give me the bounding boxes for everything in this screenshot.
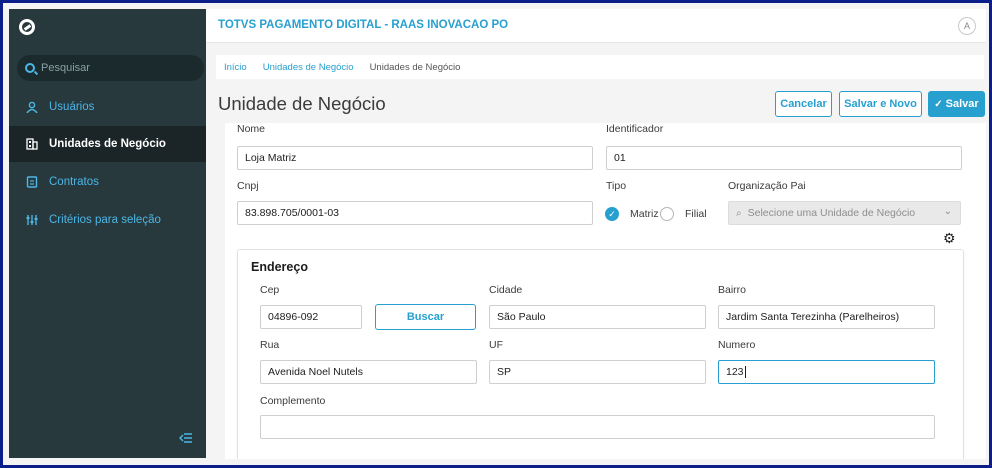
- address-title: Endereço: [251, 260, 308, 274]
- save-button-label: Salvar: [945, 98, 979, 110]
- collapse-menu-icon[interactable]: [178, 431, 193, 447]
- cnpj-input[interactable]: 83.898.705/0001-03: [237, 201, 593, 225]
- rua-label: Rua: [260, 339, 280, 351]
- breadcrumb-inicio[interactable]: Início: [224, 62, 247, 73]
- cep-input[interactable]: 04896-092: [260, 305, 362, 329]
- breadcrumb: Início Unidades de Negócio Unidades de N…: [216, 55, 984, 79]
- rua-input[interactable]: Avenida Noel Nutels: [260, 360, 477, 384]
- sidebar-item-unidades[interactable]: Unidades de Negócio: [9, 126, 206, 162]
- identificador-input[interactable]: 01: [606, 146, 962, 170]
- bairro-input[interactable]: Jardim Santa Terezinha (Parelheiros): [718, 305, 935, 329]
- building-icon: [25, 137, 39, 151]
- sliders-icon: [25, 213, 39, 227]
- tipo-radio-matriz[interactable]: ✓: [605, 207, 619, 221]
- sidebar-search[interactable]: Pesquisar: [17, 55, 204, 81]
- sidebar-item-criterios[interactable]: Critérios para seleção: [9, 202, 206, 238]
- user-icon: [25, 100, 39, 114]
- organizacao-pai-placeholder: Selecione uma Unidade de Negócio: [747, 207, 916, 219]
- sidebar-item-label: Contratos: [49, 176, 99, 188]
- complemento-input[interactable]: [260, 415, 935, 439]
- breadcrumb-current: Unidades de Negócio: [369, 61, 461, 73]
- sidebar-item-label: Critérios para seleção: [49, 214, 161, 226]
- contract-icon: [25, 175, 39, 189]
- tipo-option-filial[interactable]: Filial: [685, 208, 707, 220]
- sidebar-item-contratos[interactable]: Contratos: [9, 164, 206, 200]
- search-placeholder: Pesquisar: [41, 62, 90, 74]
- sidebar: Pesquisar Usuários Unidades de Negócio C…: [9, 9, 206, 458]
- gear-icon[interactable]: ⚙: [943, 230, 956, 247]
- sidebar-item-usuarios[interactable]: Usuários: [9, 89, 206, 125]
- cep-label: Cep: [260, 284, 280, 296]
- save-and-new-button[interactable]: Salvar e Novo: [839, 91, 922, 117]
- nome-input[interactable]: Loja Matriz: [237, 146, 593, 170]
- text-cursor: [744, 366, 746, 378]
- top-bar: TOTVS PAGAMENTO DIGITAL - RAAS INOVACAO …: [206, 9, 986, 43]
- window-frame: Pesquisar Usuários Unidades de Negócio C…: [0, 0, 992, 468]
- complemento-label: Complemento: [260, 395, 326, 407]
- numero-label: Numero: [718, 339, 756, 351]
- cidade-input[interactable]: São Paulo: [489, 305, 706, 329]
- avatar[interactable]: A: [958, 17, 976, 35]
- chevron-down-icon: ⌄: [943, 206, 952, 217]
- check-icon: ✓: [934, 98, 943, 110]
- cidade-label: Cidade: [489, 284, 523, 296]
- uf-input[interactable]: SP: [489, 360, 706, 384]
- logo-icon[interactable]: [19, 19, 35, 35]
- organizacao-pai-select[interactable]: ⌕ Selecione uma Unidade de Negócio ⌄: [728, 201, 961, 225]
- nome-label: Nome: [237, 123, 266, 135]
- cnpj-label: Cnpj: [237, 180, 259, 192]
- organizacao-pai-label: Organização Pai: [728, 180, 806, 192]
- buscar-button[interactable]: Buscar: [375, 304, 476, 330]
- numero-input[interactable]: 123: [718, 360, 935, 384]
- search-icon: [25, 63, 35, 73]
- address-section: Endereço Cep 04896-092 Buscar Cidade São…: [237, 249, 964, 459]
- page-title: Unidade de Negócio: [218, 93, 386, 114]
- save-button[interactable]: ✓ Salvar: [928, 91, 985, 117]
- identificador-label: Identificador: [606, 123, 664, 135]
- sidebar-item-label: Usuários: [49, 101, 95, 113]
- app-title: TOTVS PAGAMENTO DIGITAL - RAAS INOVACAO …: [218, 19, 509, 31]
- form-card: Nome Loja Matriz Identificador 01 Cnpj 8…: [225, 123, 986, 459]
- tipo-radio-filial[interactable]: [660, 207, 674, 221]
- tipo-label: Tipo: [606, 180, 627, 192]
- search-icon: ⌕: [736, 207, 742, 219]
- numero-value: 123: [726, 366, 744, 378]
- uf-label: UF: [489, 339, 503, 351]
- tipo-option-matriz[interactable]: Matriz: [630, 208, 659, 220]
- bairro-label: Bairro: [718, 284, 747, 296]
- cancel-button[interactable]: Cancelar: [775, 91, 832, 117]
- breadcrumb-unidades[interactable]: Unidades de Negócio: [263, 62, 354, 73]
- sidebar-item-label: Unidades de Negócio: [49, 138, 166, 150]
